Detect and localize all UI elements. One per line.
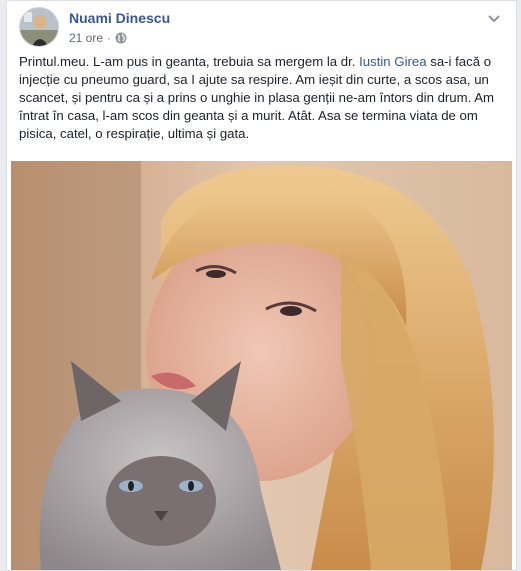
avatar-image: [20, 8, 58, 46]
chevron-down-icon[interactable]: [484, 11, 504, 27]
meta-separator: ·: [107, 31, 112, 45]
post-photo[interactable]: [11, 161, 512, 570]
photo-woman-with-cat: [11, 161, 512, 570]
post-header: Nuami Dinescu 21 ore ·: [19, 7, 506, 51]
post-text: Printul.meu. L-am pus in geanta, trebuia…: [19, 53, 508, 143]
mention-link[interactable]: Iustin Girea: [359, 54, 426, 69]
author-name[interactable]: Nuami Dinescu: [69, 10, 170, 26]
post-text-part-1: Printul.meu. L-am pus in geanta, trebuia…: [19, 54, 360, 69]
post-timestamp[interactable]: 21 ore: [69, 31, 103, 45]
post-meta: 21 ore ·: [69, 31, 127, 45]
facebook-post: Nuami Dinescu 21 ore · Printul.meu. L-am…: [6, 0, 517, 571]
globe-icon[interactable]: [115, 32, 127, 44]
author-avatar[interactable]: [19, 7, 59, 47]
